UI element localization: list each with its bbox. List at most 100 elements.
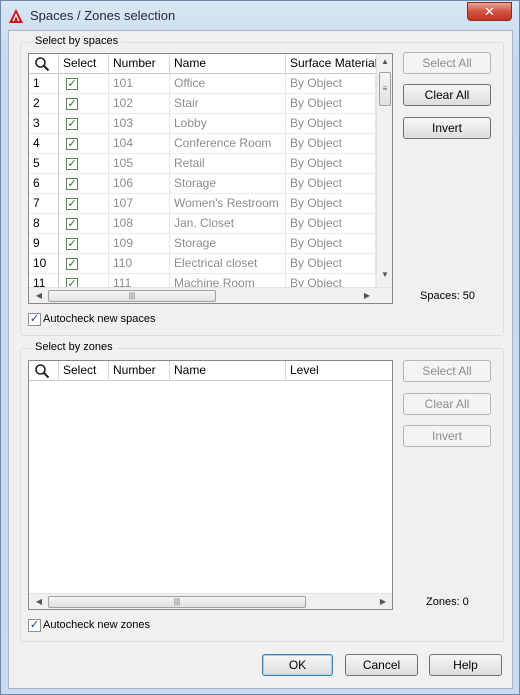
row-select-checkbox[interactable]: ✓ <box>66 158 78 170</box>
name-cell: Women's Restroom <box>170 194 286 214</box>
select-cell[interactable]: ✓ <box>59 214 109 234</box>
autocheck-spaces-checkbox[interactable]: ✓ <box>28 313 41 326</box>
zones-group-label: Select by zones <box>31 341 117 353</box>
check-icon: ✓ <box>67 178 77 190</box>
table-row[interactable]: 5 ✓ 105 Retail By Object <box>29 154 376 174</box>
search-icon[interactable] <box>34 56 50 72</box>
select-cell[interactable]: ✓ <box>59 114 109 134</box>
col-header-select[interactable]: Select <box>59 361 109 381</box>
spaces-grid-header: Select Number Name Surface Material <box>29 54 376 74</box>
col-header-level[interactable]: Level <box>286 361 392 381</box>
check-icon: ✓ <box>29 619 40 631</box>
row-select-checkbox[interactable]: ✓ <box>66 218 78 230</box>
scroll-left-arrow-icon[interactable]: ◀ <box>31 291 47 300</box>
scroll-left-arrow-icon[interactable]: ◀ <box>31 597 47 606</box>
row-select-checkbox[interactable]: ✓ <box>66 78 78 90</box>
table-row[interactable]: 2 ✓ 102 Stair By Object <box>29 94 376 114</box>
row-number: 3 <box>29 114 59 134</box>
name-cell: Jan. Closet <box>170 214 286 234</box>
select-cell[interactable]: ✓ <box>59 74 109 94</box>
table-row[interactable]: 4 ✓ 104 Conference Room By Object <box>29 134 376 154</box>
table-row[interactable]: 1 ✓ 101 Office By Object <box>29 74 376 94</box>
row-select-checkbox[interactable]: ✓ <box>66 98 78 110</box>
select-cell[interactable]: ✓ <box>59 194 109 214</box>
search-column-header[interactable] <box>29 361 59 381</box>
spaces-horizontal-scrollbar[interactable]: ◀ ||| ▶ <box>29 287 392 303</box>
zones-grid-header: Select Number Name Level <box>29 361 392 381</box>
name-cell: Retail <box>170 154 286 174</box>
table-row[interactable]: 6 ✓ 106 Storage By Object <box>29 174 376 194</box>
zones-clear-all-button[interactable]: Clear All <box>403 393 491 415</box>
number-cell: 107 <box>109 194 170 214</box>
zones-horizontal-scrollbar[interactable]: ◀ ||| ▶ <box>29 593 392 609</box>
scroll-thumb-vertical[interactable]: ≡ <box>379 72 391 106</box>
dialog-client: Select by spaces Select Number Name Surf… <box>8 30 513 689</box>
scroll-right-arrow-icon[interactable]: ▶ <box>375 597 391 606</box>
row-number: 2 <box>29 94 59 114</box>
row-select-checkbox[interactable]: ✓ <box>66 198 78 210</box>
row-select-checkbox[interactable]: ✓ <box>66 138 78 150</box>
table-row[interactable]: 7 ✓ 107 Women's Restroom By Object <box>29 194 376 214</box>
col-header-number[interactable]: Number <box>109 361 170 381</box>
autocheck-new-zones[interactable]: ✓ Autocheck new zones <box>28 619 188 633</box>
material-cell: By Object <box>286 114 376 134</box>
autocheck-new-spaces[interactable]: ✓ Autocheck new spaces <box>28 313 188 327</box>
grip-icon: ||| <box>128 291 136 300</box>
row-select-checkbox[interactable]: ✓ <box>66 258 78 270</box>
table-row[interactable]: 3 ✓ 103 Lobby By Object <box>29 114 376 134</box>
row-select-checkbox[interactable]: ✓ <box>66 178 78 190</box>
spaces-invert-button[interactable]: Invert <box>403 117 491 139</box>
name-cell: Office <box>170 74 286 94</box>
select-cell[interactable]: ✓ <box>59 134 109 154</box>
spaces-clear-all-button[interactable]: Clear All <box>403 84 491 106</box>
check-icon: ✓ <box>67 138 77 150</box>
select-cell[interactable]: ✓ <box>59 174 109 194</box>
scroll-down-arrow-icon[interactable]: ▼ <box>377 270 392 279</box>
row-select-checkbox[interactable]: ✓ <box>66 238 78 250</box>
zones-invert-button[interactable]: Invert <box>403 425 491 447</box>
col-header-surface-material[interactable]: Surface Material <box>286 54 376 74</box>
select-cell[interactable]: ✓ <box>59 254 109 274</box>
table-row[interactable]: 8 ✓ 108 Jan. Closet By Object <box>29 214 376 234</box>
zones-select-all-button[interactable]: Select All <box>403 360 491 382</box>
zones-grid[interactable]: Select Number Name Level ◀ ||| ▶ <box>28 360 393 610</box>
select-cell[interactable]: ✓ <box>59 94 109 114</box>
col-header-name[interactable]: Name <box>170 54 286 74</box>
autocheck-zones-checkbox[interactable]: ✓ <box>28 619 41 632</box>
check-icon: ✓ <box>67 238 77 250</box>
spaces-vertical-scrollbar[interactable]: ▲ ≡ ▼ <box>376 54 392 287</box>
ok-button[interactable]: OK <box>262 654 333 676</box>
row-number: 1 <box>29 74 59 94</box>
check-icon: ✓ <box>29 313 40 325</box>
material-cell: By Object <box>286 234 376 254</box>
spaces-grid[interactable]: Select Number Name Surface Material 1 ✓ 10… <box>28 53 393 304</box>
check-icon: ✓ <box>67 118 77 130</box>
material-cell: By Object <box>286 214 376 234</box>
number-cell: 104 <box>109 134 170 154</box>
row-number: 7 <box>29 194 59 214</box>
spaces-group-label: Select by spaces <box>31 35 123 47</box>
help-button[interactable]: Help <box>429 654 502 676</box>
material-cell: By Object <box>286 174 376 194</box>
scroll-thumb-horizontal[interactable]: ||| <box>48 290 216 302</box>
search-icon[interactable] <box>34 363 50 379</box>
spaces-select-all-button[interactable]: Select All <box>403 52 491 74</box>
scroll-thumb-horizontal[interactable]: ||| <box>48 596 306 608</box>
number-cell: 106 <box>109 174 170 194</box>
grip-icon: ||| <box>173 597 181 606</box>
search-column-header[interactable] <box>29 54 59 74</box>
select-cell[interactable]: ✓ <box>59 154 109 174</box>
cancel-button[interactable]: Cancel <box>345 654 418 676</box>
name-cell: Stair <box>170 94 286 114</box>
col-header-name[interactable]: Name <box>170 361 286 381</box>
col-header-number[interactable]: Number <box>109 54 170 74</box>
title-bar[interactable]: Spaces / Zones selection ✕ <box>1 1 519 31</box>
scroll-right-arrow-icon[interactable]: ▶ <box>359 291 375 300</box>
scroll-up-arrow-icon[interactable]: ▲ <box>377 57 392 66</box>
col-header-select[interactable]: Select <box>59 54 109 74</box>
table-row[interactable]: 10 ✓ 110 Electrical closet By Object <box>29 254 376 274</box>
select-cell[interactable]: ✓ <box>59 234 109 254</box>
row-select-checkbox[interactable]: ✓ <box>66 118 78 130</box>
table-row[interactable]: 9 ✓ 109 Storage By Object <box>29 234 376 254</box>
close-button[interactable]: ✕ <box>467 2 512 21</box>
